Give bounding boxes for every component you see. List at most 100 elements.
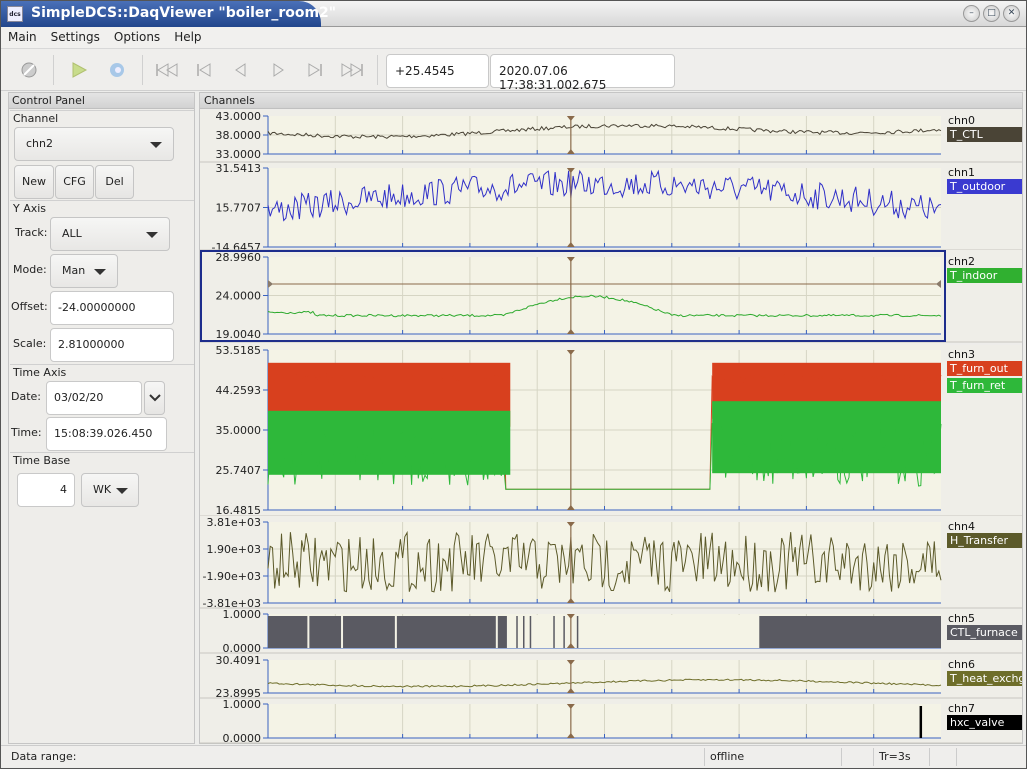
control-panel-title: Control Panel [9, 93, 194, 109]
toolbar: +25.4545 2020.07.06 17:38:31.002.675 [1, 49, 1026, 92]
y-tick-label: 19.0040 [216, 328, 262, 341]
channels-panel: Channels 43.0000 38.0000 33.0000 chn0 T_CTL 3… [199, 92, 1023, 744]
trace-T_furn_ret-band [268, 410, 511, 475]
cursor-value-field[interactable]: +25.4545 [386, 54, 489, 88]
channel-id-label: chn0 [948, 114, 975, 127]
offset-input[interactable]: -24.00000000 [50, 291, 174, 325]
channels-panel-title: Channels [200, 93, 1022, 109]
channel-row-chn6: 30.409123.8995chn6T_heat_exchg [200, 654, 1022, 700]
disconnect-icon [21, 62, 37, 78]
channel-id-label: chn5 [948, 612, 975, 625]
play-icon [72, 62, 88, 78]
channel-row-chn4: 3.81e+031.90e+03-1.90e+03-3.81e+03chn4H_… [200, 516, 1022, 610]
skip-next-icon [308, 63, 322, 77]
y-tick-label: 25.7407 [216, 464, 262, 477]
chevron-down-icon [148, 394, 161, 402]
prev-page-button[interactable] [192, 58, 216, 82]
time-input[interactable]: 15:08:39.026.450 [46, 417, 167, 451]
disconnect-button[interactable] [17, 58, 41, 82]
track-select[interactable]: ALL [50, 217, 170, 251]
y-tick-label: 35.0000 [216, 424, 262, 437]
channel-id-label: chn3 [948, 348, 975, 361]
title-bar[interactable]: dcs SimpleDCS::DaqViewer "boiler_room2" … [1, 1, 1026, 27]
cursor-time-field[interactable]: 2020.07.06 17:38:31.002.675 [490, 54, 675, 92]
mode-select-value: Man [62, 264, 86, 277]
scale-input[interactable]: 2.81000000 [50, 328, 174, 362]
maximize-button[interactable]: □ [983, 5, 1000, 22]
scale-label: Scale: [13, 337, 47, 350]
play-button[interactable] [67, 58, 91, 82]
menu-settings[interactable]: Settings [44, 27, 107, 48]
chevron-down-icon [116, 488, 128, 494]
y-axis-group: Y Axis Track: ALL Mode: Man Offset: -24.… [10, 200, 194, 364]
refresh-button[interactable] [105, 58, 129, 82]
channel-id-label: chn7 [948, 702, 975, 715]
cfg-channel-button[interactable]: CFG [55, 165, 94, 199]
channel-row-chn2: 28.9960 24.0000 19.0040 chn2T_indoor [200, 250, 1022, 343]
chevron-down-icon [146, 232, 158, 238]
time-base-unit-select[interactable]: WK [81, 473, 139, 507]
last-button[interactable] [340, 58, 364, 82]
channel-select-value: chn2 [26, 137, 53, 150]
channel-select[interactable]: chn2 [14, 127, 174, 161]
y-tick-label: 33.0000 [216, 148, 262, 161]
time-base-count-input[interactable]: 4 [17, 473, 75, 507]
skip-prev-icon [197, 63, 211, 77]
window-title: SimpleDCS::DaqViewer "boiler_room2" [31, 5, 337, 21]
trace-label: H_Transfer [950, 534, 1008, 547]
title-bar-active: dcs SimpleDCS::DaqViewer "boiler_room2" [1, 1, 336, 27]
next-page-button[interactable] [303, 58, 327, 82]
y-tick-label: 3.81e+03 [207, 516, 261, 529]
channels-chart[interactable]: 43.0000 38.0000 33.0000 chn0T_CTL 31.5413 15.… [200, 110, 1022, 744]
channel-row-chn3: 53.518544.259335.000025.740716.4815chn3T… [200, 344, 1022, 517]
y-tick-label: 1.0000 [223, 698, 262, 711]
step-back-icon [235, 63, 246, 77]
delete-channel-button[interactable]: Del [95, 165, 134, 199]
trigger-status: Tr=3s [879, 750, 911, 763]
channel-id-label: chn4 [948, 520, 975, 533]
new-channel-button[interactable]: New [14, 165, 54, 199]
trace-label: T_furn_ret [949, 379, 1006, 392]
trace-label: hxc_valve [950, 716, 1005, 729]
menu-help[interactable]: Help [167, 27, 208, 48]
time-axis-group: Time Axis Date: 03/02/20 Time: 15:08:39.… [10, 364, 194, 452]
chevron-down-icon [150, 142, 162, 148]
y-tick-label: 30.4091 [216, 654, 262, 667]
first-button[interactable] [155, 58, 179, 82]
app-logo-icon: dcs [7, 6, 23, 22]
mode-select[interactable]: Man [50, 254, 118, 288]
date-picker-button[interactable] [144, 381, 165, 415]
y-tick-label: -1.90e+03 [203, 570, 261, 583]
menu-main[interactable]: Main [1, 27, 44, 48]
time-base-unit-value: WK [93, 483, 112, 496]
track-label: Track: [15, 226, 48, 239]
trace-label: T_CTL [949, 128, 984, 141]
y-tick-label: 44.2593 [216, 384, 262, 397]
menu-options[interactable]: Options [107, 27, 167, 48]
channel-row-chn1: 31.541315.7707-14.6457chn1T_outdoor [200, 162, 1022, 254]
time-label: Time: [11, 426, 42, 439]
date-input[interactable]: 03/02/20 [46, 381, 142, 415]
step-forward-button[interactable] [266, 58, 290, 82]
step-back-button[interactable] [229, 58, 253, 82]
channel-id-label: chn1 [948, 166, 975, 179]
mode-label: Mode: [13, 263, 47, 276]
close-button[interactable]: ✕ [1003, 5, 1020, 22]
y-axis-group-label: Y Axis [13, 202, 50, 215]
chevron-down-icon [94, 269, 106, 275]
date-label: Date: [11, 390, 41, 403]
time-base-group-label: Time Base [13, 454, 74, 467]
skip-last-icon [341, 63, 363, 77]
channel-group-label: Channel [13, 112, 62, 125]
y-tick-label: 38.0000 [216, 129, 262, 142]
time-axis-group-label: Time Axis [13, 366, 70, 379]
minimize-button[interactable]: – [963, 5, 980, 22]
y-tick-label: 15.7707 [216, 202, 262, 215]
y-tick-label: 24.0000 [216, 290, 262, 303]
trace-gap [506, 615, 760, 648]
trace-label: CTL_furnace [950, 626, 1018, 639]
channel-row-chn7: 1.0000 0.0000 chn7hxc_valve [200, 698, 1022, 744]
data-range-label: Data range: [11, 750, 77, 763]
y-tick-label: 53.5185 [216, 344, 262, 357]
app-window: dcs SimpleDCS::DaqViewer "boiler_room2" … [0, 0, 1027, 769]
